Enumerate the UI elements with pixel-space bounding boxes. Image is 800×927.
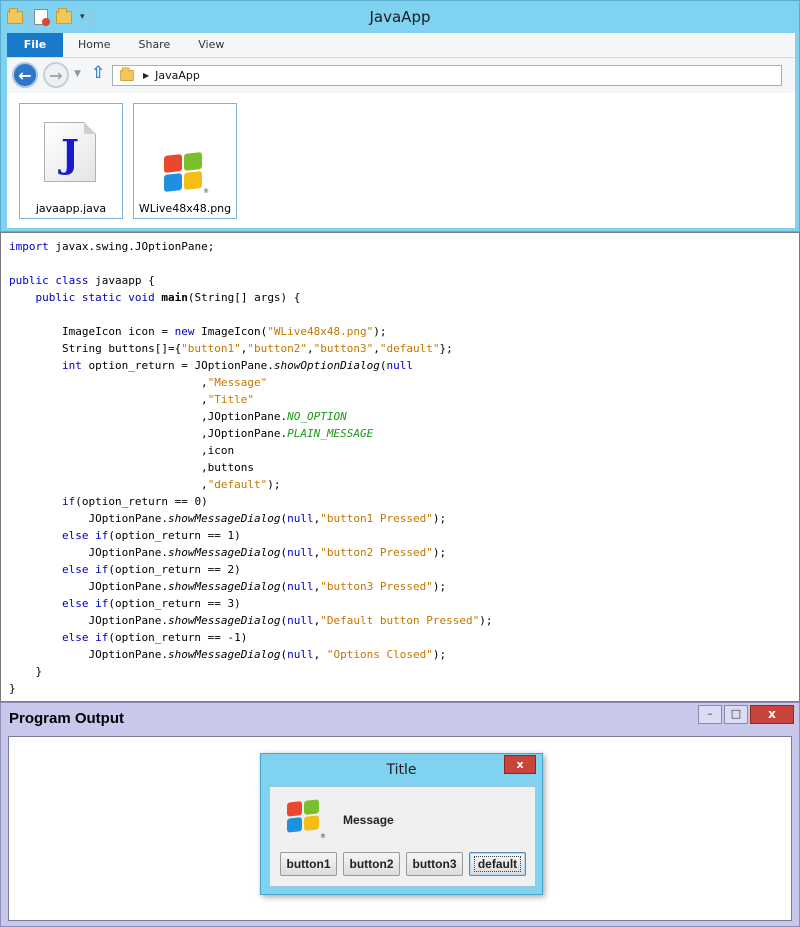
- minimize-button[interactable]: –: [698, 705, 722, 724]
- output-title: Program Output: [9, 710, 124, 727]
- java-letter-glyph: J: [61, 131, 79, 176]
- explorer-window: ▾ JavaApp File Home Share View ← → ▼ ⇧ ▶…: [0, 0, 800, 232]
- default-button[interactable]: default: [469, 852, 526, 876]
- forward-button[interactable]: →: [43, 62, 69, 88]
- dialog-close-button[interactable]: x: [504, 755, 536, 774]
- java-file-icon: J: [44, 122, 96, 182]
- breadcrumb[interactable]: JavaApp: [155, 69, 200, 82]
- back-button[interactable]: ←: [12, 62, 38, 88]
- address-bar[interactable]: ▶ JavaApp: [112, 65, 782, 86]
- chevron-down-icon[interactable]: ▼: [74, 69, 81, 79]
- button2-button[interactable]: button2: [343, 852, 400, 876]
- registered-mark: ®: [320, 833, 326, 840]
- folder-icon: [120, 67, 134, 82]
- button1-button[interactable]: button1: [280, 852, 337, 876]
- option-dialog: Title x ® Message button1 button2 button…: [260, 753, 543, 895]
- windows-logo-icon: [164, 152, 202, 192]
- button3-button[interactable]: button3: [406, 852, 463, 876]
- file-name: WLive48x48.png: [138, 202, 232, 215]
- registered-mark: ®: [203, 188, 209, 195]
- ribbon-tabs: File Home Share View: [7, 33, 795, 57]
- code-panel: import javax.swing.JOptionPane; public c…: [0, 232, 800, 702]
- dialog-title: Title: [386, 762, 417, 778]
- tab-home[interactable]: Home: [63, 33, 124, 57]
- source-code: import javax.swing.JOptionPane; public c…: [9, 240, 493, 695]
- windows-logo-icon: [287, 799, 319, 833]
- default-button-label: default: [473, 856, 522, 872]
- dialog-body: ® Message button1 button2 button3 defaul…: [269, 786, 536, 887]
- breadcrumb-arrow-icon[interactable]: ▶: [143, 71, 149, 80]
- close-button[interactable]: x: [750, 705, 794, 724]
- tab-view[interactable]: View: [184, 33, 238, 57]
- file-list: J javaapp.java ® WLive48x48.png: [7, 93, 795, 228]
- up-arrow-icon[interactable]: ⇧: [91, 63, 105, 83]
- window-title: JavaApp: [369, 8, 431, 26]
- file-item-wlive-png[interactable]: ® WLive48x48.png: [133, 103, 237, 219]
- tab-share[interactable]: Share: [124, 33, 184, 57]
- navigation-bar: ← → ▼ ⇧ ▶ JavaApp: [7, 57, 795, 93]
- title-bar: ▾ JavaApp: [1, 1, 799, 32]
- dialog-message: Message: [343, 813, 394, 827]
- file-item-javaapp-java[interactable]: J javaapp.java: [19, 103, 123, 219]
- maximize-button[interactable]: □: [724, 705, 748, 724]
- file-name: javaapp.java: [35, 202, 107, 215]
- tab-file[interactable]: File: [7, 33, 63, 57]
